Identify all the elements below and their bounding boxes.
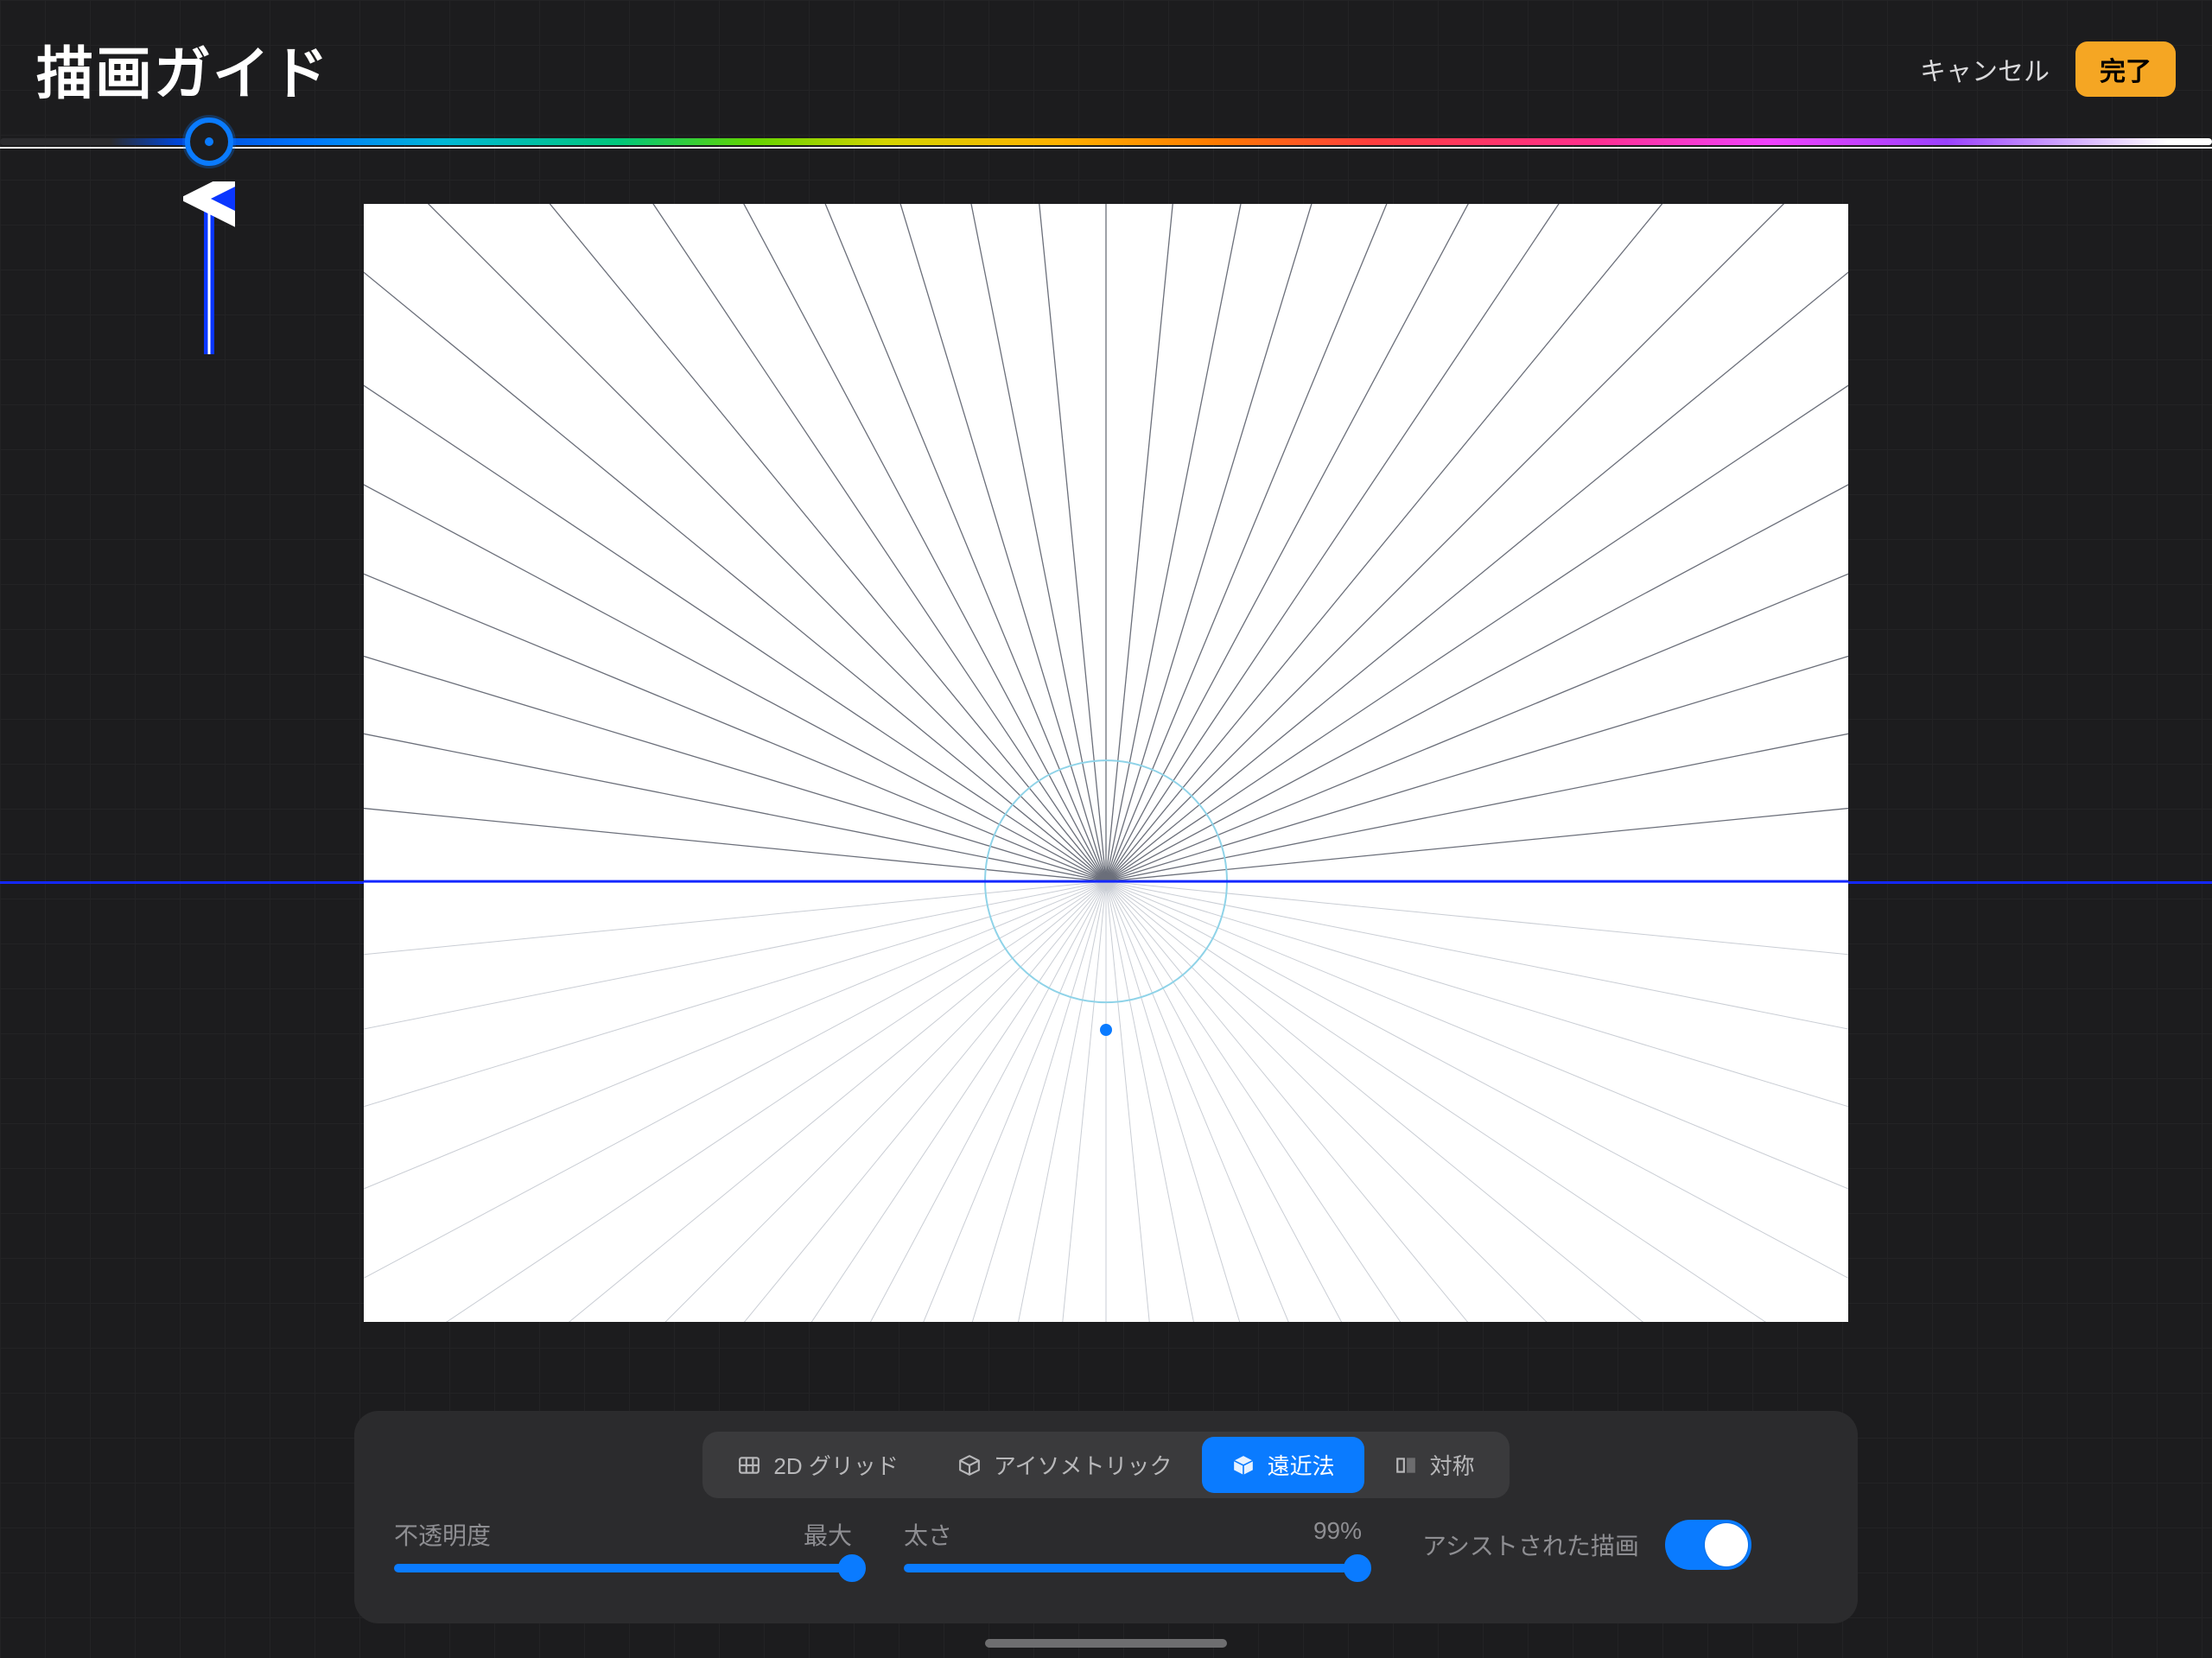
tab-perspective[interactable]: 遠近法 (1202, 1437, 1364, 1493)
assisted-drawing-label: アシストされた描画 (1422, 1528, 1639, 1562)
assisted-drawing-row: アシストされた描画 (1422, 1520, 1751, 1570)
guide-color-spectrum[interactable] (0, 138, 2212, 149)
spectrum-baseline (0, 147, 2212, 149)
thickness-value: 99% (1313, 1517, 1362, 1552)
opacity-value: 最大 (804, 1517, 852, 1552)
tab-symmetry[interactable]: 対称 (1364, 1437, 1504, 1493)
tab-label: 2D グリッド (773, 1449, 898, 1481)
mirror-icon (1394, 1453, 1418, 1477)
thickness-track[interactable] (904, 1564, 1362, 1572)
opacity-label: 不透明度 (394, 1517, 491, 1552)
tab-label: アイソメトリック (994, 1449, 1173, 1481)
thickness-slider[interactable]: 太さ 99% (904, 1517, 1362, 1572)
assisted-drawing-toggle[interactable] (1665, 1520, 1751, 1570)
cube-icon (957, 1453, 982, 1477)
opacity-track[interactable] (394, 1564, 852, 1572)
thickness-thumb[interactable] (1344, 1554, 1371, 1582)
grid-icon (737, 1453, 761, 1477)
header-actions: キャンセル 完了 (1920, 41, 2176, 97)
header-bar: 描画ガイド キャンセル 完了 (0, 0, 2212, 138)
tab-label: 遠近法 (1268, 1449, 1335, 1481)
thickness-label: 太さ (904, 1517, 952, 1552)
tab-2d-grid[interactable]: 2D グリッド (708, 1437, 927, 1493)
tab-isometric[interactable]: アイソメトリック (928, 1437, 1202, 1493)
page-title: 描画ガイド (36, 28, 330, 111)
guide-type-segmented: 2D グリッド アイソメトリック 遠近法 対称 (702, 1432, 1509, 1498)
opacity-thumb[interactable] (838, 1554, 866, 1582)
vanishing-point-handle[interactable] (1100, 1024, 1112, 1036)
guide-settings-panel: 2D グリッド アイソメトリック 遠近法 対称 不透明度 最大 (354, 1411, 1858, 1623)
cube3d-icon (1231, 1453, 1255, 1477)
annotation-arrow-icon (183, 181, 235, 376)
color-spectrum-track[interactable] (0, 138, 2212, 145)
toggle-knob (1705, 1523, 1748, 1566)
opacity-slider[interactable]: 不透明度 最大 (394, 1517, 852, 1572)
drawing-canvas[interactable] (364, 204, 1848, 1322)
cancel-button[interactable]: キャンセル (1920, 50, 2050, 88)
tab-label: 対称 (1430, 1449, 1475, 1481)
controls-row: 不透明度 最大 太さ 99% アシストされた描画 (387, 1517, 1825, 1572)
home-indicator (985, 1639, 1227, 1648)
done-button[interactable]: 完了 (2075, 41, 2176, 97)
